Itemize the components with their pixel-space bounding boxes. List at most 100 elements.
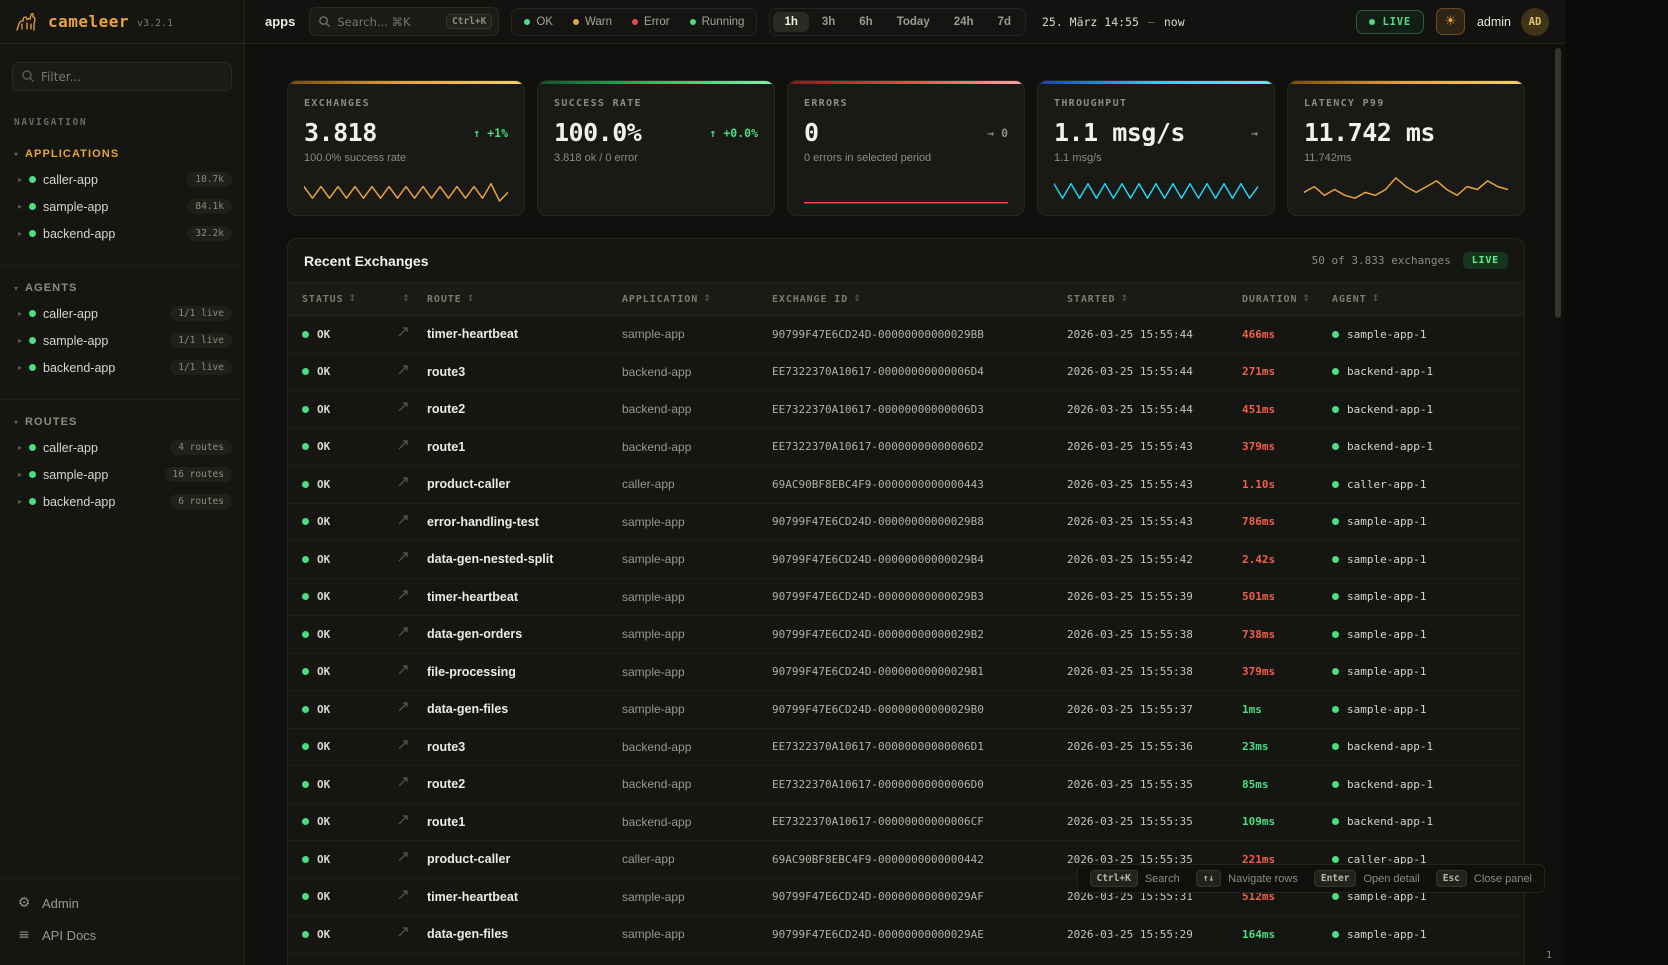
time-range-button[interactable]: 1h (773, 12, 808, 32)
brand: cameleer v3.2.1 (0, 0, 244, 44)
table-row[interactable]: OK data-gen-files sample-app (288, 691, 1524, 729)
chevron-right-icon: ▸ (18, 363, 22, 372)
exchange-id: EE7322370A10617-00000000000006CF (772, 815, 1067, 828)
table-row[interactable]: OK timer-heartbeat sample-app (288, 316, 1524, 354)
table-row[interactable]: OK data-gen-orders sample-app (288, 616, 1524, 654)
agent-name: backend-app-1 (1347, 740, 1433, 753)
application-name: sample-app (622, 552, 772, 566)
table-row[interactable]: OK product-caller caller-app (288, 466, 1524, 504)
sidebar-footer: ⚙ Admin ≡ API Docs (0, 878, 244, 965)
global-search[interactable]: Ctrl+K (309, 7, 499, 36)
chevron-right-icon: ▸ (18, 497, 22, 506)
status-dot (29, 310, 36, 317)
sort-icon: ↕ (1302, 294, 1310, 304)
table-row[interactable]: OK data-gen-nested-split sample-app (288, 541, 1524, 579)
sidebar-section-agents: ▾ AGENTS ▸ caller-app 1/1 live (0, 265, 244, 381)
stat-card-value: 0 (804, 118, 819, 147)
started-timestamp: 2026-03-25 15:55:44 (1067, 403, 1242, 416)
time-range-button[interactable]: 3h (811, 12, 846, 32)
status-dot (302, 331, 309, 338)
table-row[interactable]: OK route3 backend-app (288, 354, 1524, 392)
vertical-scrollbar-thumb[interactable] (1555, 48, 1561, 318)
table-row[interactable]: OK timer-heartbeat sample-app (288, 579, 1524, 617)
table-row[interactable]: OK route2 backend-app (288, 391, 1524, 429)
status-dot (302, 556, 309, 563)
sidebar-item[interactable]: ▸ backend-app 1/1 live (0, 354, 244, 381)
column-header[interactable]: STATUS ↕ (302, 294, 397, 305)
status-dot (573, 19, 579, 25)
status-cell: OK (302, 515, 397, 528)
section-header-applications[interactable]: ▾ APPLICATIONS (0, 142, 244, 166)
table-row[interactable]: OK data-gen-files sample-app (288, 916, 1524, 954)
admin-link[interactable]: ⚙ Admin (0, 887, 244, 919)
duration-value: 451ms (1242, 403, 1332, 416)
sidebar-item[interactable]: ▸ sample-app 84.1k (0, 193, 244, 220)
application-name: sample-app (622, 327, 772, 341)
status-cell: OK (302, 553, 397, 566)
stat-card[interactable]: THROUGHPUT 1.1 msg/s → 1.1 msg/s (1037, 80, 1275, 216)
theme-toggle[interactable]: ☀ (1436, 8, 1465, 35)
column-header[interactable]: ↕ (397, 294, 427, 304)
column-header[interactable]: STARTED ↕ (1067, 294, 1242, 305)
date-range-picker[interactable]: 25. März 14:55 — now (1042, 15, 1185, 29)
sort-icon: ↕ (853, 294, 861, 304)
sparkline-chart (554, 172, 758, 206)
application-name: caller-app (622, 852, 772, 866)
time-range-button[interactable]: 24h (943, 12, 985, 32)
column-label: AGENT (1332, 294, 1367, 305)
sidebar-item[interactable]: ▸ backend-app 32.2k (0, 220, 244, 247)
status-cell: OK (302, 928, 397, 941)
avatar[interactable]: AD (1521, 8, 1549, 36)
filter-input[interactable] (12, 62, 232, 91)
duration-value: 379ms (1242, 440, 1332, 453)
column-header[interactable]: DURATION ↕ (1242, 294, 1332, 305)
table-row[interactable]: OK file-processing sample-app (288, 654, 1524, 692)
table-row[interactable]: OK route3 backend-app (288, 729, 1524, 767)
route-cell-icon (397, 738, 427, 756)
sidebar-item[interactable]: ▸ sample-app 1/1 live (0, 327, 244, 354)
api-docs-link[interactable]: ≡ API Docs (0, 919, 244, 951)
sparkline-chart (304, 172, 508, 206)
table-row[interactable]: OK error-handling-test sample-app (288, 504, 1524, 542)
stat-card[interactable]: EXCHANGES 3.818 ↑ +1% 100.0% success rat… (287, 80, 525, 216)
time-range-button[interactable]: 6h (848, 12, 883, 32)
agent-status-dot (1332, 856, 1339, 863)
time-range-button[interactable]: Today (886, 12, 941, 32)
agent-status-dot (1332, 331, 1339, 338)
section-header-routes[interactable]: ▾ ROUTES (0, 410, 244, 434)
search-input[interactable] (337, 15, 440, 29)
sidebar-item[interactable]: ▸ caller-app 4 routes (0, 434, 244, 461)
sidebar-item[interactable]: ▸ caller-app 10.7k (0, 166, 244, 193)
status-filter-button[interactable]: Warn (564, 12, 621, 32)
stat-card[interactable]: ERRORS 0 → 0 0 errors in selected period (787, 80, 1025, 216)
column-header[interactable]: APPLICATION ↕ (622, 294, 772, 305)
status-label: OK (317, 740, 330, 753)
table-row[interactable]: OK route1 backend-app (288, 429, 1524, 467)
status-filter-button[interactable]: OK (515, 12, 562, 32)
sidebar-item[interactable]: ▸ caller-app 1/1 live (0, 300, 244, 327)
table-row[interactable]: OK route2 backend-app (288, 766, 1524, 804)
status-cell: OK (302, 403, 397, 416)
agent-name: sample-app-1 (1347, 665, 1426, 678)
stat-card-label: ERRORS (804, 98, 1008, 109)
column-header[interactable]: AGENT ↕ (1332, 294, 1510, 305)
status-filter-button[interactable]: Error (623, 12, 679, 32)
duration-value: 466ms (1242, 328, 1332, 341)
route-cell-icon (397, 625, 427, 643)
section-header-agents[interactable]: ▾ AGENTS (0, 276, 244, 300)
route-name: timer-heartbeat (427, 590, 622, 604)
column-header[interactable]: ROUTE ↕ (427, 294, 622, 305)
status-filter-button[interactable]: Running (681, 12, 754, 32)
time-range-button[interactable]: 7d (987, 12, 1022, 32)
search-icon (318, 15, 331, 28)
status-dot (29, 471, 36, 478)
stat-card[interactable]: LATENCY P99 11.742 ms 11.742ms (1287, 80, 1525, 216)
sidebar-section-routes: ▾ ROUTES ▸ caller-app 4 routes (0, 399, 244, 515)
stat-card[interactable]: SUCCESS RATE 100.0% ↑ +0.0% 3.818 ok / 0… (537, 80, 775, 216)
column-header[interactable]: EXCHANGE ID ↕ (772, 294, 1067, 305)
table-row[interactable]: OK route1 backend-app (288, 804, 1524, 842)
sidebar-item[interactable]: ▸ sample-app 16 routes (0, 461, 244, 488)
sidebar-item[interactable]: ▸ backend-app 6 routes (0, 488, 244, 515)
live-toggle[interactable]: LIVE (1356, 10, 1424, 34)
sidebar-item-badge: 1/1 live (170, 333, 232, 348)
